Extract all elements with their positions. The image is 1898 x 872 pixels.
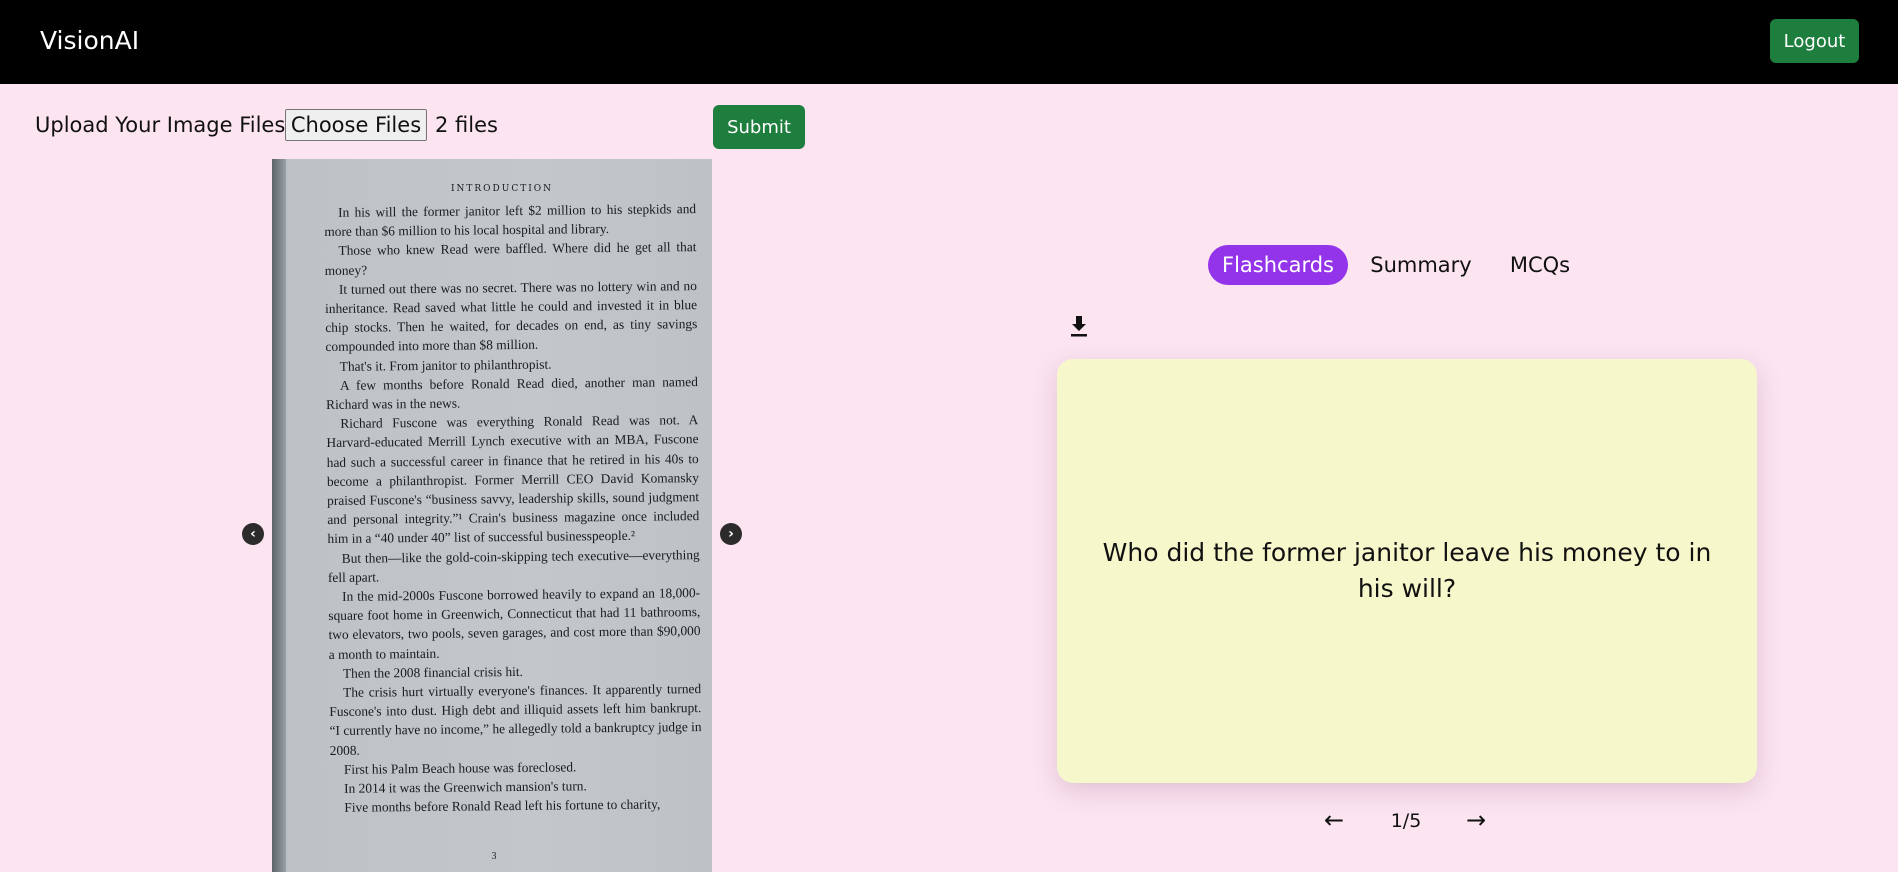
page-paragraph: In the mid-2000s Fuscone borrowed heavil… [328,585,701,662]
page-paragraph: Those who knew Read were baffled. Where … [324,239,697,278]
page-paragraph: In his will the former janitor left $2 m… [324,201,697,240]
brand-logo[interactable]: VisionAI [40,24,139,58]
choose-files-button[interactable]: Choose Files [285,109,427,141]
flashcard[interactable]: Who did the former janitor leave his mon… [1057,359,1757,783]
page-body-text: In his will the former janitor left $2 m… [324,199,702,817]
next-image-icon[interactable]: › [720,523,742,545]
upload-label: Upload Your Image Files [35,113,286,137]
tab-mcqs[interactable]: MCQs [1508,245,1572,285]
page-paragraph: It turned out there was no secret. There… [325,277,698,355]
page-number: 3 [491,851,497,862]
previous-image-icon[interactable]: ‹ [242,523,264,545]
tab-flashcards[interactable]: Flashcards [1208,245,1348,285]
top-navbar: VisionAI Logout [0,0,1898,84]
next-card-button[interactable]: → [1466,806,1486,834]
page-paragraph: The crisis hurt virtually everyone's fin… [329,681,702,758]
tab-summary[interactable]: Summary [1368,245,1474,285]
page-paragraph: But then—like the gold-coin-skipping tec… [327,546,700,585]
card-counter: 1/5 [1390,810,1422,832]
download-icon[interactable] [1068,314,1090,338]
book-spine-edge [272,159,286,872]
uploaded-page-image: INTRODUCTION In his will the former jani… [272,159,712,872]
file-count-text: 2 files [435,113,498,137]
page-paragraph: A few months before Ronald Read died, an… [326,373,698,413]
page-paragraph: Five months before Ronald Read left his … [344,796,661,816]
logout-button[interactable]: Logout [1770,19,1859,63]
page-heading: INTRODUCTION [450,184,554,194]
previous-card-button[interactable]: ← [1324,806,1344,834]
page-paragraph: Richard Fuscone was everything Ronald Re… [326,412,700,547]
flashcard-question: Who did the former janitor leave his mon… [1102,538,1712,603]
submit-button[interactable]: Submit [713,105,805,149]
